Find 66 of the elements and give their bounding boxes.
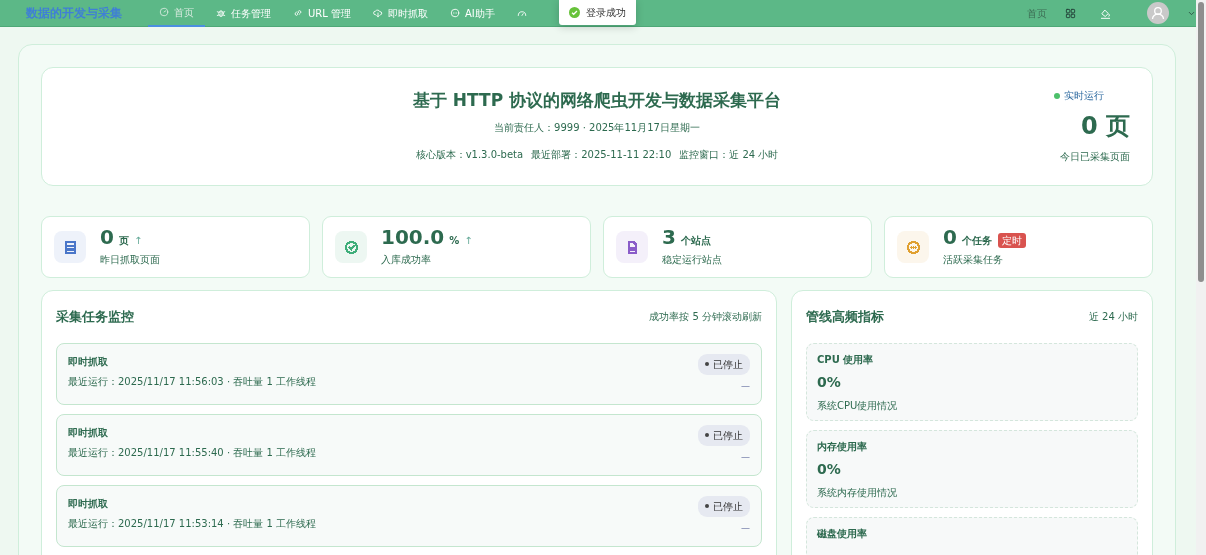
meta-text: 监控窗口：近 24 小时 — [679, 148, 779, 163]
dashboard-icon — [159, 7, 169, 17]
cloud-download-icon — [373, 8, 384, 18]
nav-tab[interactable]: 任务管理 — [205, 0, 282, 27]
status-badge: 已停止 — [698, 424, 750, 446]
metric-description: 系统内存使用情况 — [817, 485, 898, 500]
stat-unit: 个任务 — [961, 234, 992, 248]
meta-text: 最近部署：2025-11-11 22:10 — [531, 148, 672, 163]
grid-icon[interactable] — [1065, 7, 1076, 19]
status-dot — [1054, 92, 1060, 99]
link-icon — [293, 8, 303, 18]
stat-value: 0 — [100, 227, 114, 247]
task-name: 即时抓取 — [68, 425, 109, 440]
trend-text: — — [741, 522, 750, 535]
toast-message: 登录成功 — [586, 6, 626, 20]
success-icon — [569, 7, 580, 18]
task-name: 即时抓取 — [68, 354, 109, 369]
status-badge: 已停止 — [698, 353, 750, 375]
stat-unit: 个站点 — [680, 234, 711, 248]
stat-label: 入库成功率 — [381, 253, 432, 267]
metric-value: 0% — [817, 459, 842, 479]
task-meta: 最近运行：2025/11/17 11:56:03 · 吞吐量 1 工作线程 — [68, 374, 316, 389]
bug-icon — [216, 8, 226, 18]
task-meta: 最近运行：2025/11/17 11:55:40 · 吞吐量 1 工作线程 — [68, 445, 316, 460]
avatar[interactable] — [1147, 2, 1169, 24]
note-text: 成功率按 5 分钟滚动刷新 — [649, 310, 762, 325]
trend-text: — — [741, 380, 750, 393]
nav-tab[interactable]: 首页 — [148, 0, 205, 27]
trend-arrow: ↑ — [464, 234, 473, 248]
big-caption: 今日已采集页面 — [1060, 150, 1130, 164]
gauge-icon[interactable] — [516, 8, 527, 18]
metric-value: 0% — [817, 372, 842, 392]
nav-tab[interactable]: AI助手 — [439, 0, 506, 27]
stat-value: 3 — [662, 227, 676, 247]
scrollbar[interactable] — [1196, 0, 1206, 555]
metric-label: 磁盘使用率 — [817, 526, 868, 541]
status-badge: 已停止 — [698, 495, 750, 517]
stat-label: 稳定运行站点 — [662, 253, 722, 267]
big-value: 0 页 — [1080, 111, 1130, 142]
metric-description: 系统CPU使用情况 — [817, 398, 899, 413]
meta-text: 核心版本：v1.3.0-beta — [415, 148, 524, 163]
panel-title: 管线高频指标 — [806, 308, 884, 326]
stat-label: 活跃采集任务 — [943, 253, 1004, 267]
metric-label: 内存使用率 — [817, 439, 868, 454]
status-text: 实时运行 — [1064, 89, 1104, 103]
home-link[interactable]: 首页 — [1027, 5, 1047, 21]
metric-label: CPU 使用率 — [817, 352, 875, 367]
nav-tab[interactable]: URL 管理 — [282, 0, 363, 27]
stat-value: 0 — [943, 227, 957, 247]
nav-tab[interactable]: 即时抓取 — [362, 0, 440, 27]
trend-arrow: ↑ — [133, 234, 143, 248]
subtitle-text: 当前责任人：9999 · 2025年11月17日星期一 — [494, 121, 700, 136]
app-logo-text: 数据的开发与采集 — [26, 5, 122, 22]
stat-label: 昨日抓取页面 — [100, 253, 160, 267]
stat-unit: 页 — [118, 234, 129, 248]
page-title: 基于 HTTP 协议的网络爬虫开发与数据采集平台 — [412, 90, 782, 111]
tag: 定时 — [997, 233, 1026, 248]
panel-title: 采集任务监控 — [56, 308, 134, 326]
trend-text: — — [741, 451, 750, 464]
chat-icon — [450, 8, 461, 18]
task-meta: 最近运行：2025/11/17 11:53:14 · 吞吐量 1 工作线程 — [68, 516, 316, 531]
paint-bucket-icon[interactable] — [1100, 7, 1111, 19]
note-text: 近 24 小时 — [1088, 310, 1138, 325]
task-name: 即时抓取 — [68, 496, 109, 511]
stat-unit: % — [449, 234, 460, 248]
stat-value: 100.0 — [381, 227, 445, 247]
